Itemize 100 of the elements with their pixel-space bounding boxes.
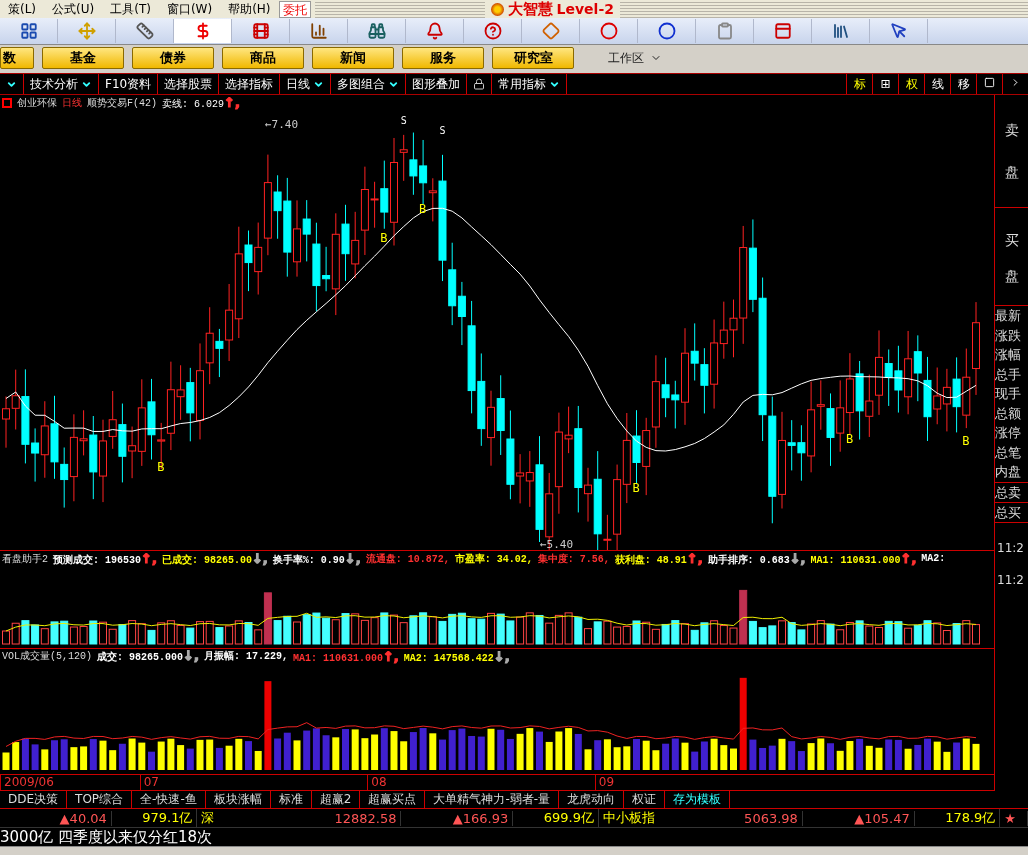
indicator-reading: MA2: (921, 553, 946, 564)
indicator-reading: 已成交: 98265.00↓, (161, 551, 268, 566)
panel-heading: 买 (1004, 231, 1019, 250)
menu-item[interactable]: 策(L) (0, 0, 45, 18)
nav-button[interactable]: 商品 (222, 47, 304, 69)
indicator-name: VOL成交量(5,120) (2, 649, 92, 664)
quote-label: 最新 (995, 307, 1022, 325)
quote-label: 涨停 (995, 424, 1022, 442)
menu-item[interactable]: 工具(T) (102, 0, 159, 18)
bell-icon (425, 22, 444, 40)
sell-signal: S (400, 115, 407, 126)
bars-icon (309, 22, 328, 40)
menu-item[interactable]: 窗口(W) (158, 0, 221, 18)
period-label: 日线 (62, 96, 82, 110)
market-value: 中小板指 (601, 809, 656, 827)
pointer-icon (889, 22, 908, 40)
lock-icon (473, 78, 486, 90)
nav-button[interactable]: 研究室 (492, 47, 574, 69)
window-icon (773, 22, 792, 40)
market-value: ★ (1000, 810, 1028, 826)
grid-icon (19, 22, 38, 40)
sell-signal: S (439, 125, 446, 136)
quote-label: 总笔 (995, 443, 1022, 462)
panel-heading: 卖 (1004, 120, 1019, 140)
market-value: ▲105.47 (802, 810, 915, 826)
panel-heading: 盘 (1004, 267, 1019, 287)
market-value: 979.1亿 (111, 809, 198, 827)
candle (700, 347, 709, 414)
indicator-reading: 集中度: 7.56, (537, 552, 610, 566)
date-label: 07 (139, 775, 368, 790)
quote-label: 涨跌 (995, 326, 1022, 345)
indicator-reading: MA1: 110631.000↑, (810, 551, 917, 566)
logo-text: 大智慧 (507, 0, 553, 19)
quote-label: 内盘 (995, 463, 1022, 481)
buy-signal: B (845, 431, 854, 446)
time-label: 11:2 (997, 540, 1025, 555)
circle-icon (599, 22, 618, 40)
books-icon (831, 22, 850, 40)
market-value: 699.9亿 (513, 809, 599, 827)
nav-button[interactable]: 新闻 (312, 47, 394, 69)
indicator-reading: MA2: 147568.422↓, (403, 648, 510, 664)
indicator-reading: 助手排序: 0.683↓, (707, 551, 806, 566)
indicator-reading: 预测成交: 196530↑, (53, 551, 157, 566)
indicator-reading: MA1: 110631.000↑, (292, 648, 399, 664)
indicator-reading: 市盈率: 34.02, (454, 552, 533, 566)
market-value: 12882.58 (284, 810, 402, 826)
indicator-reading: 获利盘: 48.91↑, (614, 551, 703, 566)
news-ticker: 3000亿 四季度以来仅分红18次 (0, 827, 213, 847)
candle (942, 368, 951, 432)
toolbar-button[interactable] (174, 19, 232, 43)
market-value: 5063.98 (685, 810, 803, 826)
window-icon (984, 77, 995, 88)
date-label: 2009/06 (0, 775, 140, 790)
circle-icon (657, 22, 676, 40)
indicator-name: 看盘助手2 (2, 552, 48, 566)
candle (865, 374, 874, 438)
quote-label: 涨幅 (995, 346, 1022, 364)
diamond-icon (541, 22, 560, 40)
buy-signal: B (632, 481, 640, 496)
help-icon (483, 22, 502, 40)
menu-item[interactable]: 公式(U) (44, 0, 103, 18)
buy-signal: B (157, 460, 165, 475)
film-icon (251, 22, 270, 40)
date-label: 08 (367, 775, 595, 790)
candle (351, 211, 360, 279)
binoculars-icon (367, 22, 386, 40)
panel-heading: 盘 (1004, 162, 1019, 182)
candle (108, 390, 117, 450)
trade-button[interactable]: 委托 (278, 0, 311, 18)
nav-button[interactable]: 基金 (42, 47, 124, 69)
nav-button[interactable]: 债券 (132, 47, 214, 69)
quote-label: 现手 (995, 385, 1022, 403)
buy-signal: B (962, 434, 970, 449)
indicator-reading: 换手率%: 0.90↓, (272, 551, 361, 566)
market-value: ▲166.93 (401, 810, 514, 826)
market-value: ▲40.04 (0, 810, 112, 826)
marker-icon (2, 97, 12, 108)
indicator-reading: 月振幅: 17.229, (203, 649, 288, 664)
nav-button[interactable]: 服务 (402, 47, 484, 69)
move-icon (77, 22, 96, 40)
quote-label: 总买 (995, 502, 1028, 523)
high-price-label: ←7.40 (265, 118, 299, 131)
candle (409, 132, 418, 196)
indicator-reading: 流通盘: 10.872, (365, 552, 450, 566)
indicator-name: 顺势交易F(42) (87, 96, 157, 110)
indicator-reading: 卖线: 6.029↑, (162, 95, 240, 110)
date-label: 09 (594, 775, 994, 790)
candle (913, 334, 922, 402)
market-value: 178.9亿 (914, 809, 1001, 827)
edition-label: Level-2 (556, 1, 614, 17)
logo-icon (490, 2, 504, 16)
menu-item[interactable]: 帮助(H) (220, 0, 279, 18)
time-label: 11:2 (997, 572, 1025, 587)
quote-label: 总手 (995, 365, 1022, 384)
workspace-dropdown[interactable]: 工作区 (602, 48, 668, 68)
clipboard-icon (715, 22, 734, 40)
candle (894, 345, 903, 414)
stock-name: 创业环保 (17, 96, 57, 110)
quote-label: 总卖 (995, 482, 1028, 503)
nav-button[interactable]: 数 (0, 47, 34, 69)
